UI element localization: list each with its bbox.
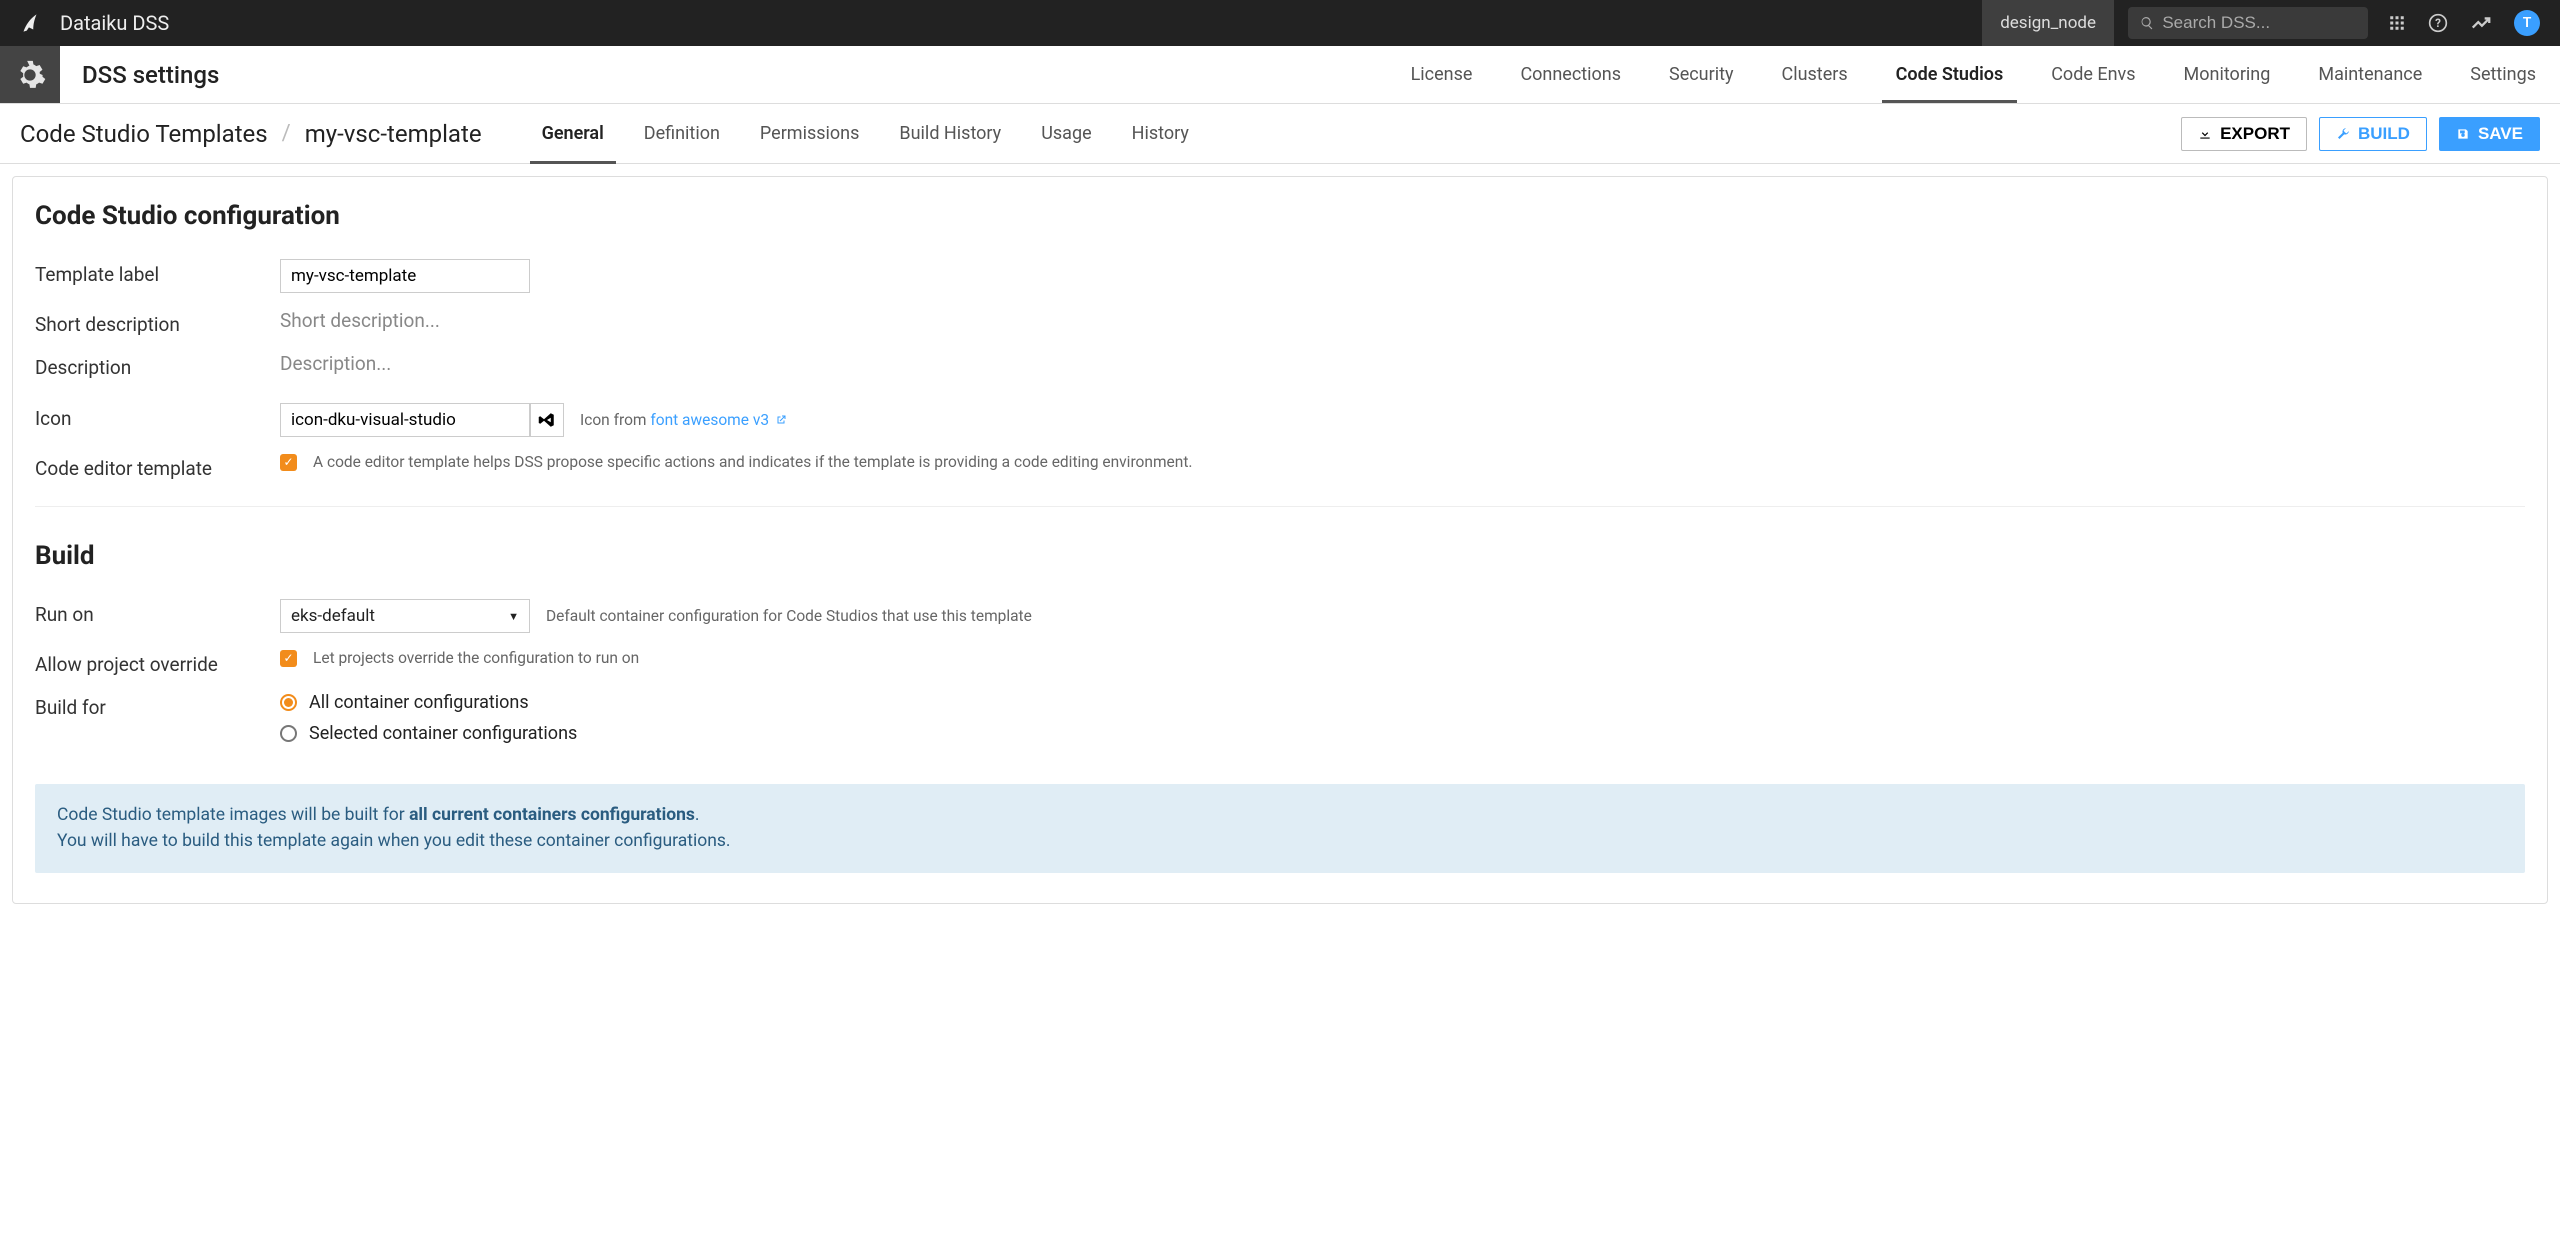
- code-editor-hint: A code editor template helps DSS propose…: [313, 453, 1192, 471]
- section-divider: [35, 506, 2525, 507]
- buildfor-lbl: Build for: [35, 692, 280, 719]
- template-label-lbl: Template label: [35, 259, 280, 286]
- icon-hint: Icon from font awesome v3: [580, 411, 787, 429]
- config-panel: Code Studio configuration Template label…: [12, 176, 2548, 904]
- save-icon: [2456, 127, 2470, 141]
- settings-icon-box[interactable]: [0, 46, 60, 103]
- build-info-box: Code Studio template images will be buil…: [35, 784, 2525, 873]
- short-desc-input[interactable]: Short description...: [280, 309, 440, 332]
- download-icon: [2198, 127, 2212, 141]
- tab-history[interactable]: History: [1112, 104, 1209, 164]
- save-button[interactable]: SAVE: [2439, 117, 2540, 151]
- tab-general[interactable]: General: [522, 104, 624, 164]
- radio-selected-configs[interactable]: [280, 725, 297, 742]
- code-editor-lbl: Code editor template: [35, 453, 280, 480]
- nav-security[interactable]: Security: [1645, 46, 1757, 103]
- global-search[interactable]: [2128, 7, 2368, 39]
- node-badge[interactable]: design_node: [1982, 0, 2114, 46]
- code-editor-checkbox[interactable]: ✓: [280, 454, 297, 471]
- template-actions: EXPORT BUILD SAVE: [2181, 117, 2540, 151]
- nav-code-envs[interactable]: Code Envs: [2027, 46, 2159, 103]
- nav-clusters[interactable]: Clusters: [1758, 46, 1872, 103]
- nav-code-studios[interactable]: Code Studios: [1872, 46, 2028, 103]
- section-heading-build: Build: [13, 525, 2547, 591]
- settings-nav: License Connections Security Clusters Co…: [1387, 46, 2560, 103]
- app-title: Dataiku DSS: [60, 11, 1982, 35]
- runon-lbl: Run on: [35, 599, 280, 626]
- chevron-down-icon: ▼: [508, 610, 519, 623]
- icon-input[interactable]: [280, 403, 530, 437]
- nav-license[interactable]: License: [1387, 46, 1497, 103]
- wrench-icon: [2336, 127, 2350, 141]
- font-awesome-link[interactable]: font awesome v3: [650, 411, 769, 429]
- breadcrumb-parent[interactable]: Code Studio Templates: [20, 120, 268, 148]
- settings-bar: DSS settings License Connections Securit…: [0, 46, 2560, 104]
- nav-maintenance[interactable]: Maintenance: [2294, 46, 2446, 103]
- export-button[interactable]: EXPORT: [2181, 117, 2307, 151]
- desc-input[interactable]: Description...: [280, 352, 391, 375]
- external-link-icon: [775, 414, 787, 426]
- radio-all-label: All container configurations: [309, 692, 529, 713]
- radio-all-configs[interactable]: [280, 694, 297, 711]
- search-input[interactable]: [2162, 13, 2356, 33]
- icon-lbl: Icon: [35, 403, 280, 430]
- nav-monitoring[interactable]: Monitoring: [2160, 46, 2295, 103]
- template-label-input[interactable]: [280, 259, 530, 293]
- help-icon[interactable]: ?: [2428, 13, 2448, 33]
- runon-select[interactable]: eks-default ▼: [280, 599, 530, 633]
- apps-icon[interactable]: [2388, 14, 2406, 32]
- override-lbl: Allow project override: [35, 649, 280, 676]
- topbar-icons: ? T: [2382, 10, 2560, 36]
- vscode-icon: [538, 411, 556, 429]
- radio-selected-label: Selected container configurations: [309, 723, 577, 744]
- tab-build-history[interactable]: Build History: [879, 104, 1021, 164]
- tab-permissions[interactable]: Permissions: [740, 104, 880, 164]
- user-avatar[interactable]: T: [2514, 10, 2540, 36]
- tab-usage[interactable]: Usage: [1021, 104, 1111, 164]
- build-button[interactable]: BUILD: [2319, 117, 2427, 151]
- nav-connections[interactable]: Connections: [1496, 46, 1645, 103]
- runon-hint: Default container configuration for Code…: [546, 607, 1032, 625]
- activity-icon[interactable]: [2470, 12, 2492, 34]
- short-desc-lbl: Short description: [35, 309, 280, 336]
- breadcrumb-separator: /: [282, 121, 291, 146]
- tab-definition[interactable]: Definition: [624, 104, 740, 164]
- template-tabs: General Definition Permissions Build His…: [522, 104, 1209, 164]
- section-heading-config: Code Studio configuration: [13, 201, 2547, 251]
- desc-lbl: Description: [35, 352, 280, 379]
- icon-preview: [530, 403, 564, 437]
- nav-settings[interactable]: Settings: [2446, 46, 2560, 103]
- top-bar: Dataiku DSS design_node ? T: [0, 0, 2560, 46]
- template-bar: Code Studio Templates / my-vsc-template …: [0, 104, 2560, 164]
- page-title: DSS settings: [60, 46, 241, 103]
- dataiku-logo[interactable]: [0, 0, 60, 46]
- override-hint: Let projects override the configuration …: [313, 649, 639, 667]
- breadcrumb-current: my-vsc-template: [305, 120, 482, 148]
- search-icon: [2140, 15, 2154, 31]
- override-checkbox[interactable]: ✓: [280, 650, 297, 667]
- svg-text:?: ?: [2435, 16, 2441, 30]
